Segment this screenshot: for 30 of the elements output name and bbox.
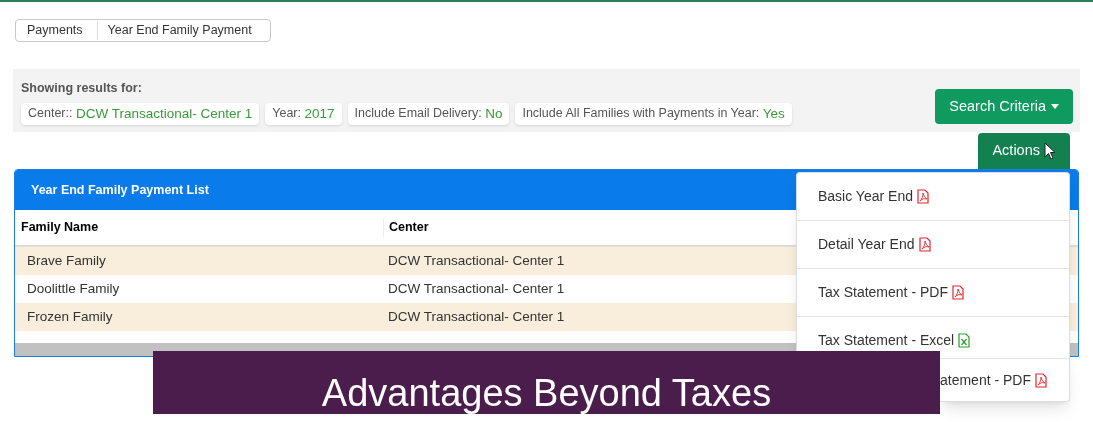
breadcrumb-link[interactable]: Year End Family Payment bbox=[97, 21, 270, 40]
menu-item[interactable]: Basic Year End bbox=[797, 173, 1069, 221]
spreadsheet-file-icon bbox=[958, 332, 971, 348]
pdf-file-icon bbox=[1035, 372, 1048, 388]
pdf-file-icon bbox=[951, 285, 964, 300]
breadcrumb-link[interactable]: Payments bbox=[16, 21, 98, 40]
column-header[interactable]: Center bbox=[383, 218, 429, 237]
table-cell-text: Frozen Family bbox=[26, 307, 114, 326]
search-criteria-button[interactable]: Search Criteria bbox=[935, 88, 1073, 124]
menu-item[interactable]: Detail Year End bbox=[797, 221, 1069, 269]
table-cell-text: DCW Transactional- Center 1 bbox=[387, 279, 565, 298]
filter-chip: Center:: DCW Transactional- Center 1 bbox=[21, 102, 260, 125]
menu-item[interactable]: Tax Statement - PDF bbox=[797, 269, 1069, 317]
table-cell-text: DCW Transactional- Center 1 bbox=[387, 307, 565, 326]
table-cell-text: Doolittle Family bbox=[26, 279, 121, 298]
pdf-file-icon bbox=[918, 237, 931, 252]
menu-item[interactable]: Tax Statement - Excel bbox=[797, 317, 1069, 351]
column-header[interactable]: Family Name bbox=[15, 218, 383, 237]
actions-button[interactable]: Actions bbox=[978, 132, 1070, 169]
filter-chip: Include Email Delivery: No bbox=[347, 102, 510, 125]
cursor-icon bbox=[1044, 141, 1056, 160]
filter-chip: Year: 2017 bbox=[265, 102, 342, 125]
menu-item[interactable]: atement - PDF bbox=[940, 351, 1070, 402]
pdf-file-icon bbox=[916, 189, 929, 204]
filter-chip: Include All Families with Payments in Year: Yes bbox=[515, 102, 792, 125]
caption-banner: Advantages Beyond Taxes bbox=[153, 351, 940, 414]
filter-heading: Showing results for: bbox=[21, 79, 143, 97]
table-cell-text: DCW Transactional- Center 1 bbox=[387, 251, 565, 270]
table-cell-text: Brave Family bbox=[26, 251, 107, 270]
caret-icon bbox=[1051, 103, 1059, 109]
